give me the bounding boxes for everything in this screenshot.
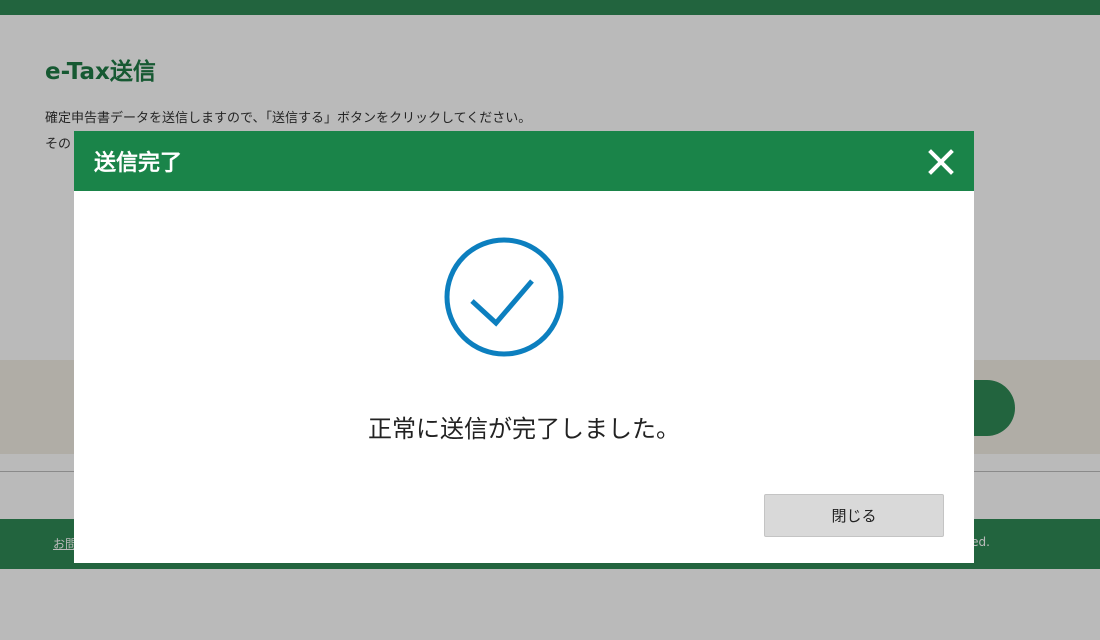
completion-dialog: 送信完了 正常に送信が完了しました。 閉じる	[74, 131, 974, 563]
check-circle-icon	[444, 237, 564, 357]
close-icon[interactable]	[926, 147, 956, 177]
dialog-title: 送信完了	[94, 151, 183, 176]
dialog-header: 送信完了	[74, 131, 974, 191]
close-button[interactable]: 閉じる	[764, 494, 944, 537]
success-message: 正常に送信が完了しました。	[368, 415, 680, 443]
